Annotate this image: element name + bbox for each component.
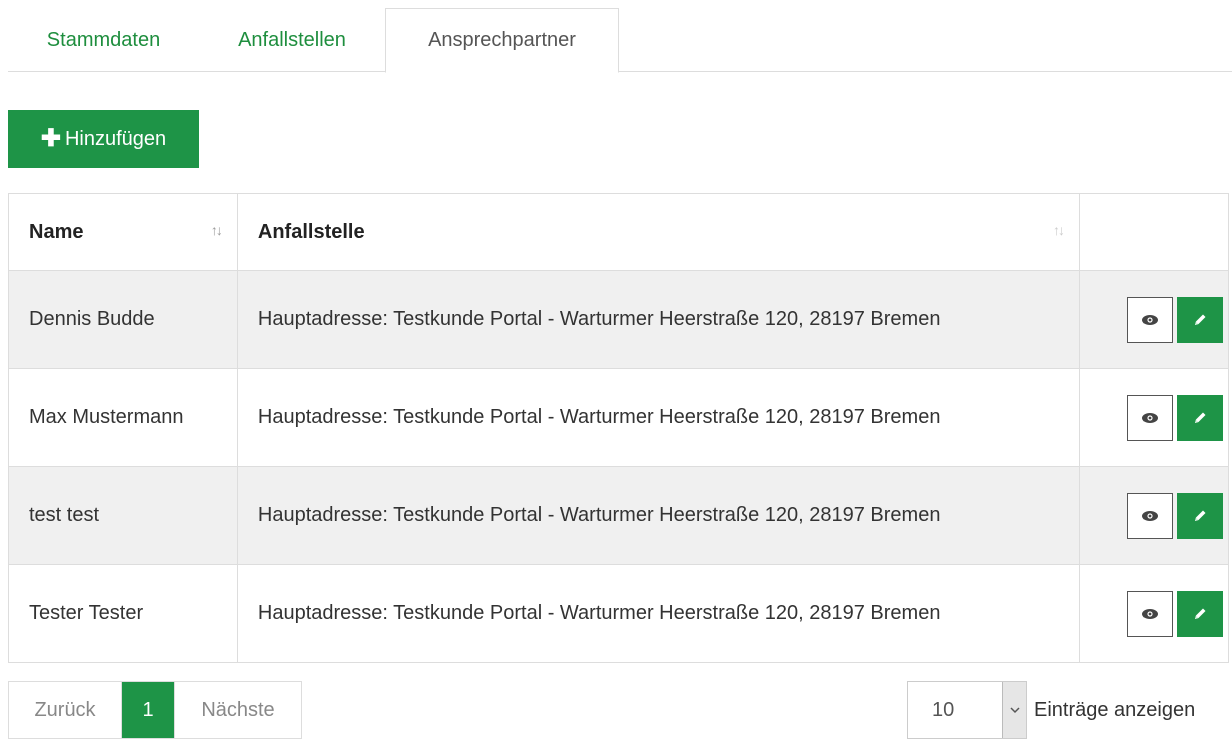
pagination-next-button[interactable]: Nächste xyxy=(174,682,301,738)
eye-icon xyxy=(1142,412,1158,423)
page-length-control: 10 Einträge anzeigen xyxy=(907,681,1195,739)
cell-anfallstelle: Hauptadresse: Testkunde Portal - Warturm… xyxy=(236,564,1081,663)
cell-name: Max Mustermann xyxy=(8,368,238,467)
pencil-icon xyxy=(1195,314,1206,325)
page-length-value: 10 xyxy=(932,698,955,721)
column-header-anfallstelle-label: Anfallstelle xyxy=(257,220,365,243)
cell-name: test test xyxy=(8,466,238,565)
tab-stammdaten[interactable]: Stammdaten xyxy=(8,8,199,72)
view-button[interactable] xyxy=(1127,590,1173,637)
cell-name: Dennis Budde xyxy=(8,270,238,369)
table-row: test test Hauptadresse: Testkunde Portal… xyxy=(8,466,1229,565)
sort-icon: ↑↓ xyxy=(1053,222,1065,238)
page-length-label: Einträge anzeigen xyxy=(1034,698,1196,721)
table-row: Dennis Budde Hauptadresse: Testkunde Por… xyxy=(8,270,1229,369)
cell-actions xyxy=(1079,270,1229,369)
column-header-anfallstelle[interactable]: Anfallstelle ↑↓ xyxy=(236,193,1081,271)
edit-button[interactable] xyxy=(1177,492,1223,539)
view-button[interactable] xyxy=(1127,296,1173,343)
edit-button[interactable] xyxy=(1177,590,1223,637)
sort-icon: ↑↓ xyxy=(210,222,223,238)
tab-ansprechpartner[interactable]: Ansprechpartner xyxy=(385,8,619,73)
pencil-icon xyxy=(1195,412,1206,423)
view-button[interactable] xyxy=(1127,492,1173,539)
edit-button[interactable] xyxy=(1177,296,1223,343)
column-header-name[interactable]: Name ↑↓ xyxy=(8,193,238,271)
tab-anfallstellen[interactable]: Anfallstellen xyxy=(199,8,385,72)
add-button-label: Hinzufügen xyxy=(64,127,167,150)
cell-anfallstelle: Hauptadresse: Testkunde Portal - Warturm… xyxy=(236,466,1081,565)
pagination-prev-button[interactable]: Zurück xyxy=(9,682,122,738)
cell-name: Tester Tester xyxy=(8,564,238,663)
page-length-select[interactable]: 10 xyxy=(907,681,1027,739)
eye-icon xyxy=(1142,510,1158,521)
column-header-actions xyxy=(1079,193,1229,271)
pagination-page-1[interactable]: 1 xyxy=(122,682,174,738)
edit-button[interactable] xyxy=(1177,394,1223,441)
eye-icon xyxy=(1142,314,1158,325)
table-row: Max Mustermann Hauptadresse: Testkunde P… xyxy=(8,368,1229,467)
pagination: Zurück 1 Nächste xyxy=(8,681,302,739)
table-header-row: Name ↑↓ Anfallstelle ↑↓ xyxy=(8,193,1229,271)
cell-actions xyxy=(1079,368,1229,467)
view-button[interactable] xyxy=(1127,394,1173,441)
eye-icon xyxy=(1142,608,1158,619)
cell-anfallstelle: Hauptadresse: Testkunde Portal - Warturm… xyxy=(236,270,1081,369)
cell-anfallstelle: Hauptadresse: Testkunde Portal - Warturm… xyxy=(236,368,1081,467)
pencil-icon xyxy=(1195,510,1206,521)
plus-icon: ✚ xyxy=(40,125,61,152)
cell-actions xyxy=(1079,466,1229,565)
chevron-down-icon xyxy=(1002,682,1026,738)
contacts-table: Name ↑↓ Anfallstelle ↑↓ Dennis Budde Hau… xyxy=(8,193,1229,663)
tab-bar: Stammdaten Anfallstellen Ansprechpartner xyxy=(8,8,1232,73)
pencil-icon xyxy=(1195,608,1206,619)
cell-actions xyxy=(1079,564,1229,663)
table-row: Tester Tester Hauptadresse: Testkunde Po… xyxy=(8,564,1229,663)
column-header-name-label: Name xyxy=(29,220,84,243)
add-contact-button[interactable]: ✚ Hinzufügen xyxy=(8,110,199,168)
